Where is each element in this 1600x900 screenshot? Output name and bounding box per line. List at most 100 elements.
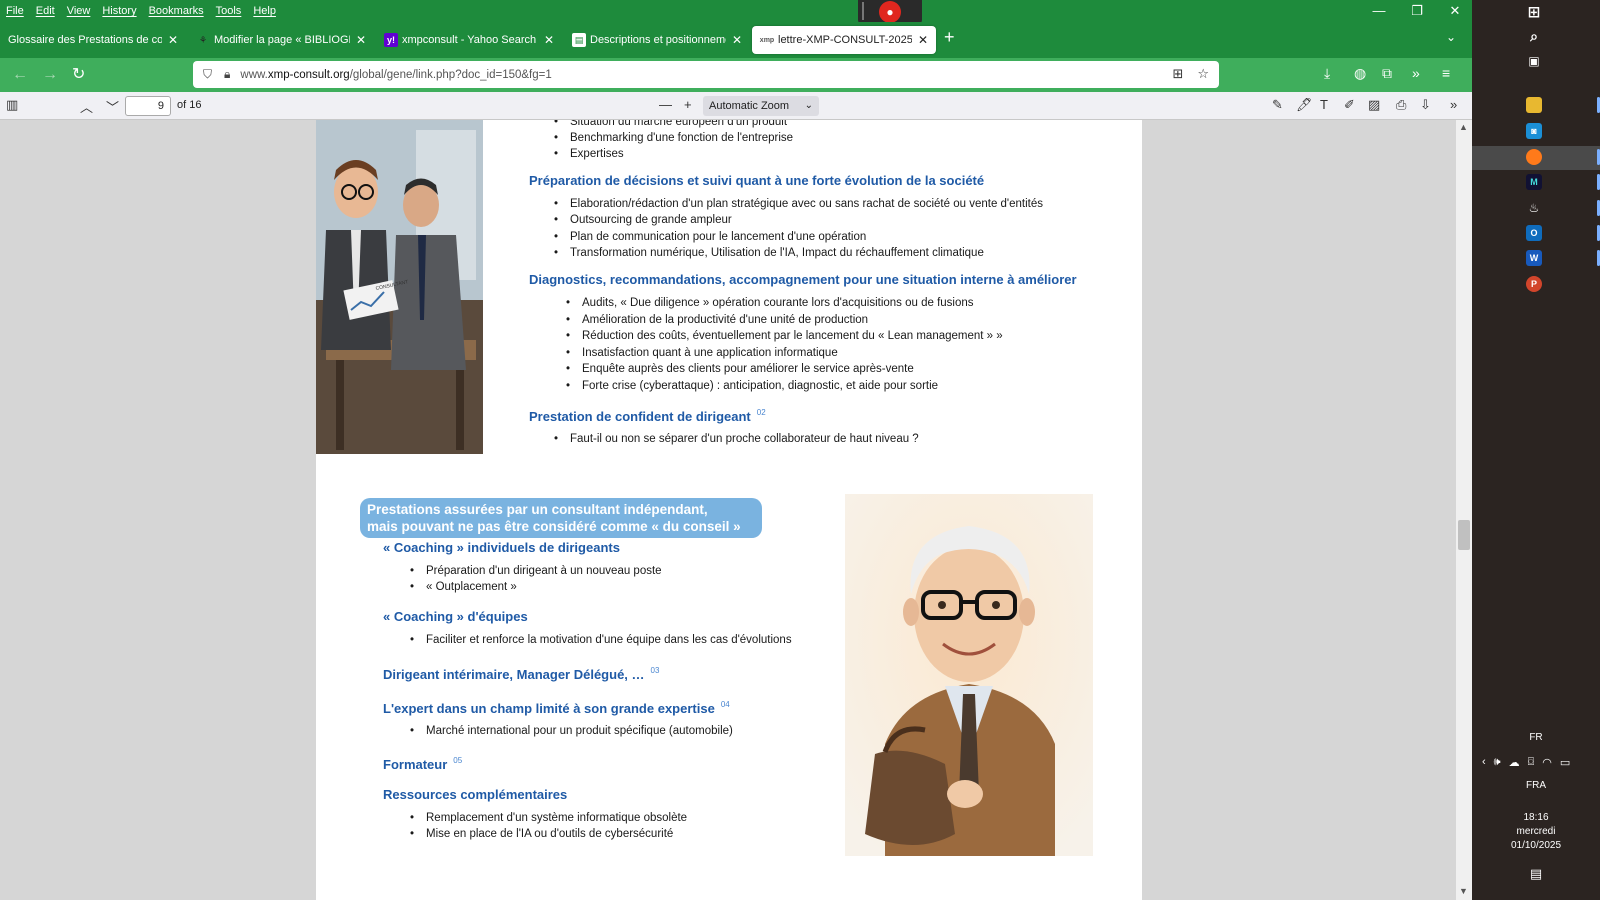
section-title-confident: Prestation de confident de dirigeant 02	[529, 408, 766, 424]
section-title-interim: Dirigeant intérimaire, Manager Délégué, …	[383, 666, 660, 682]
tools-chevron-icon[interactable]: »	[1450, 97, 1457, 112]
elderly-consultant-illustration	[845, 494, 1093, 856]
powerpoint-icon[interactable]: P	[1526, 276, 1542, 292]
image-tool-icon[interactable]: ▨	[1368, 97, 1380, 113]
zoom-value: Automatic Zoom	[709, 100, 790, 112]
close-tab-icon[interactable]: ✕	[918, 33, 928, 47]
close-tab-icon[interactable]: ✕	[544, 33, 554, 47]
draw-icon[interactable]: ✐	[1344, 97, 1355, 113]
input-language-short[interactable]: FR	[1472, 732, 1600, 743]
app-m-icon[interactable]: M	[1526, 174, 1542, 190]
tab-descriptions[interactable]: ▤ Descriptions et positionnement ✕	[564, 26, 750, 54]
list-all-tabs-button[interactable]: ⌄	[1446, 30, 1456, 44]
list-item: Préparation d'un dirigeant à un nouveau …	[410, 565, 662, 577]
close-tab-icon[interactable]: ✕	[732, 33, 742, 47]
reload-button[interactable]: ↻	[72, 66, 85, 84]
outlook-icon[interactable]: O	[1526, 225, 1542, 241]
scrollbar-thumb[interactable]	[1458, 520, 1470, 550]
menu-file[interactable]: File	[0, 2, 30, 20]
vertical-scrollbar[interactable]: ▲ ▼	[1456, 120, 1472, 900]
doc-icon: ▤	[572, 33, 586, 47]
search-icon[interactable]: ⌕	[1526, 28, 1542, 44]
zoom-out-icon[interactable]: —	[659, 97, 672, 112]
list-item: Outsourcing de grande ampleur	[554, 214, 732, 226]
overflow-chevron-icon[interactable]: »	[1412, 65, 1420, 81]
section-title-coaching-equipes: « Coaching » d'équipes	[383, 609, 528, 624]
volume-icon[interactable]: 🕪︎	[1494, 756, 1501, 769]
device-icon[interactable]: ⌼	[1528, 756, 1535, 769]
reader-mode-icon[interactable]: ⊞	[1172, 66, 1183, 82]
notifications-icon[interactable]: ▤	[1472, 866, 1600, 882]
text-tool-icon[interactable]: T	[1320, 97, 1328, 112]
minimize-button[interactable]: —	[1360, 0, 1398, 22]
bookmark-star-icon[interactable]: ☆	[1197, 66, 1209, 82]
tracking-protection-icon[interactable]: ⛉	[203, 67, 212, 82]
list-item: Réduction des coûts, éventuellement par …	[566, 330, 1003, 342]
tab-yahoo-search[interactable]: y! xmpconsult - Yahoo Search - Ac ✕	[376, 26, 562, 54]
windows-taskbar: ⊞ ⌕ ▣ ◙ M ♨ O W P FR ‹ 🕪︎ ☁ ⌼ ◠ ▭ FRA 18…	[1472, 0, 1600, 900]
menu-bookmarks[interactable]: Bookmarks	[143, 2, 210, 20]
close-tab-icon[interactable]: ✕	[356, 33, 366, 47]
edit-pdf-icon[interactable]: ✎	[1272, 97, 1283, 113]
footnote-ref: 03	[650, 666, 660, 675]
menu-history[interactable]: History	[96, 2, 142, 20]
page-number-input[interactable]: 9	[125, 96, 171, 116]
back-button[interactable]: ←	[12, 66, 28, 84]
wifi-icon[interactable]: ◠	[1542, 756, 1552, 769]
scroll-down-icon[interactable]: ▼	[1459, 886, 1468, 896]
clock-date[interactable]: 01/10/2025	[1472, 840, 1600, 851]
input-language-code[interactable]: FRA	[1472, 780, 1600, 791]
hamburger-menu-icon[interactable]: ≡	[1442, 65, 1450, 81]
zoom-select[interactable]: Automatic Zoom ⌄	[703, 96, 819, 116]
lock-icon[interactable]: 🔒︎	[224, 67, 230, 82]
section-title-expert: L'expert dans un champ limité à son gran…	[383, 700, 730, 716]
clock-day[interactable]: mercredi	[1472, 826, 1600, 837]
store-icon[interactable]: ◙	[1526, 123, 1542, 139]
app-flame-icon[interactable]: ♨	[1526, 200, 1542, 216]
extensions-icon[interactable]: ⧉	[1382, 65, 1392, 82]
scroll-up-icon[interactable]: ▲	[1459, 122, 1468, 132]
pdf-viewer[interactable]: CONSULTANT Situation du marché européen …	[0, 120, 1456, 900]
tab-glossaire[interactable]: Glossaire des Prestations de conseil ✕	[0, 26, 186, 54]
list-item: Marché international pour un produit spé…	[410, 725, 733, 737]
next-page-icon[interactable]: ﹀	[106, 97, 119, 116]
chevron-down-icon: ⌄	[804, 100, 813, 111]
banner-line-1: Prestations assurées par un consultant i…	[367, 502, 708, 517]
sidebar-toggle-icon[interactable]: ▥	[6, 97, 18, 113]
downloads-icon[interactable]: ⤓	[1324, 65, 1330, 82]
forward-button[interactable]: →	[42, 66, 58, 84]
highlight-icon[interactable]: 🖊︎	[1296, 97, 1313, 113]
tab-title: Glossaire des Prestations de conseil	[8, 34, 162, 46]
tab-title: xmpconsult - Yahoo Search - Ac	[402, 34, 538, 46]
close-tab-icon[interactable]: ✕	[168, 33, 178, 47]
url-bar[interactable]: ⛉ 🔒︎ www.xmp-consult.org/global/gene/lin…	[193, 61, 1219, 88]
clock-time[interactable]: 18:16	[1472, 812, 1600, 823]
zoom-in-icon[interactable]: +	[684, 97, 692, 112]
menu-edit[interactable]: Edit	[30, 2, 61, 20]
close-window-button[interactable]: ✕	[1436, 0, 1474, 22]
tab-modifier-page[interactable]: ⚘ Modifier la page « BIBLIOGRAPHIE ✕	[188, 26, 374, 54]
microphone-sharing-indicator[interactable]: ●	[858, 0, 922, 24]
menu-tools[interactable]: Tools	[210, 2, 248, 20]
previous-page-icon[interactable]: ︿	[80, 97, 93, 116]
firefox-icon[interactable]	[1526, 149, 1542, 165]
new-tab-button[interactable]: +	[944, 27, 955, 47]
word-icon[interactable]: W	[1526, 250, 1542, 266]
menu-view[interactable]: View	[61, 2, 97, 20]
section-title-formateur: Formateur 05	[383, 756, 463, 772]
restore-button[interactable]: ❐	[1398, 0, 1436, 22]
battery-icon[interactable]: ▭	[1560, 756, 1570, 769]
menu-help[interactable]: Help	[247, 2, 282, 20]
wiki-icon: ⚘	[198, 34, 208, 45]
windows-start-icon[interactable]: ⊞	[1526, 4, 1542, 21]
pdf-toolbar: ▥ ︿ ﹀ 9 of 16 — + Automatic Zoom ⌄ ✎ 🖊︎ …	[0, 92, 1472, 120]
tab-lettre-xmp[interactable]: xmp lettre-XMP-CONSULT-2025_01 ✕	[752, 26, 936, 54]
print-icon[interactable]: ⎙	[1396, 97, 1406, 113]
chevron-left-icon[interactable]: ‹	[1482, 756, 1486, 769]
task-view-icon[interactable]: ▣	[1526, 53, 1542, 69]
list-item: Faciliter et renforce la motivation d'un…	[410, 634, 792, 646]
account-icon[interactable]: ◍	[1354, 65, 1366, 82]
file-explorer-icon[interactable]	[1526, 97, 1542, 113]
save-icon[interactable]: ⇩	[1420, 97, 1431, 113]
onedrive-icon[interactable]: ☁	[1509, 756, 1520, 769]
